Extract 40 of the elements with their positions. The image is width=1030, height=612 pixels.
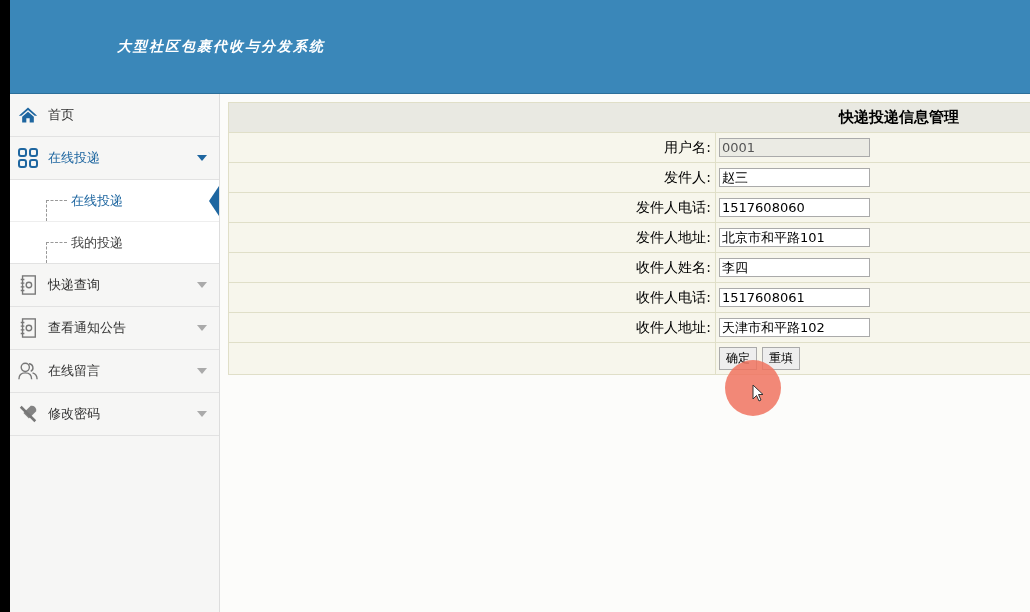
menu-label: 查看通知公告: [48, 319, 127, 337]
input-field[interactable]: 1517608061: [719, 288, 870, 307]
field-label: 发件人:: [664, 168, 711, 187]
caret-icon: [197, 325, 207, 331]
menu-label: 在线投递: [48, 149, 101, 167]
menu-item[interactable]: 首页: [10, 94, 219, 137]
form-button[interactable]: 重填: [762, 347, 800, 370]
menu-item[interactable]: 查看通知公告: [10, 307, 219, 350]
form-title: 快递投递信息管理: [839, 108, 959, 127]
caret-icon: [197, 411, 207, 417]
people-icon: [18, 361, 38, 381]
site-title: 大型社区包裹代收与分发系统: [117, 37, 325, 56]
menu-item[interactable]: 修改密码: [10, 393, 219, 436]
home-icon: [18, 105, 38, 125]
field-label: 收件人姓名:: [636, 258, 711, 277]
input-field[interactable]: 李四: [719, 258, 870, 277]
menu-label: 在线留言: [48, 362, 101, 380]
caret-icon: [197, 155, 207, 161]
caret-icon: [197, 368, 207, 374]
menu-item[interactable]: 快递查询: [10, 264, 219, 307]
tools-icon: [18, 404, 38, 424]
input-field[interactable]: 1517608060: [719, 198, 870, 217]
field-label: 收件人电话:: [636, 288, 711, 307]
input-field[interactable]: 赵三: [719, 168, 870, 187]
field-label: 发件人地址:: [636, 228, 711, 247]
input-field[interactable]: 天津市和平路102: [719, 318, 870, 337]
menu-label: 首页: [48, 106, 75, 124]
field-label: 发件人电话:: [636, 198, 711, 217]
menu-item[interactable]: 在线留言: [10, 350, 219, 393]
field-label: 收件人地址:: [636, 318, 711, 337]
cursor-icon: [752, 384, 764, 402]
notebook-icon: [18, 318, 38, 338]
grid-icon: [18, 148, 38, 168]
notebook-icon: [18, 275, 38, 295]
caret-icon: [197, 282, 207, 288]
field-label: 用户名:: [664, 138, 711, 157]
menu-label: 快递查询: [48, 276, 101, 294]
submenu-item[interactable]: 我的投递: [10, 222, 219, 263]
input-field[interactable]: 北京市和平路101: [719, 228, 870, 247]
menu-label: 修改密码: [48, 405, 101, 423]
